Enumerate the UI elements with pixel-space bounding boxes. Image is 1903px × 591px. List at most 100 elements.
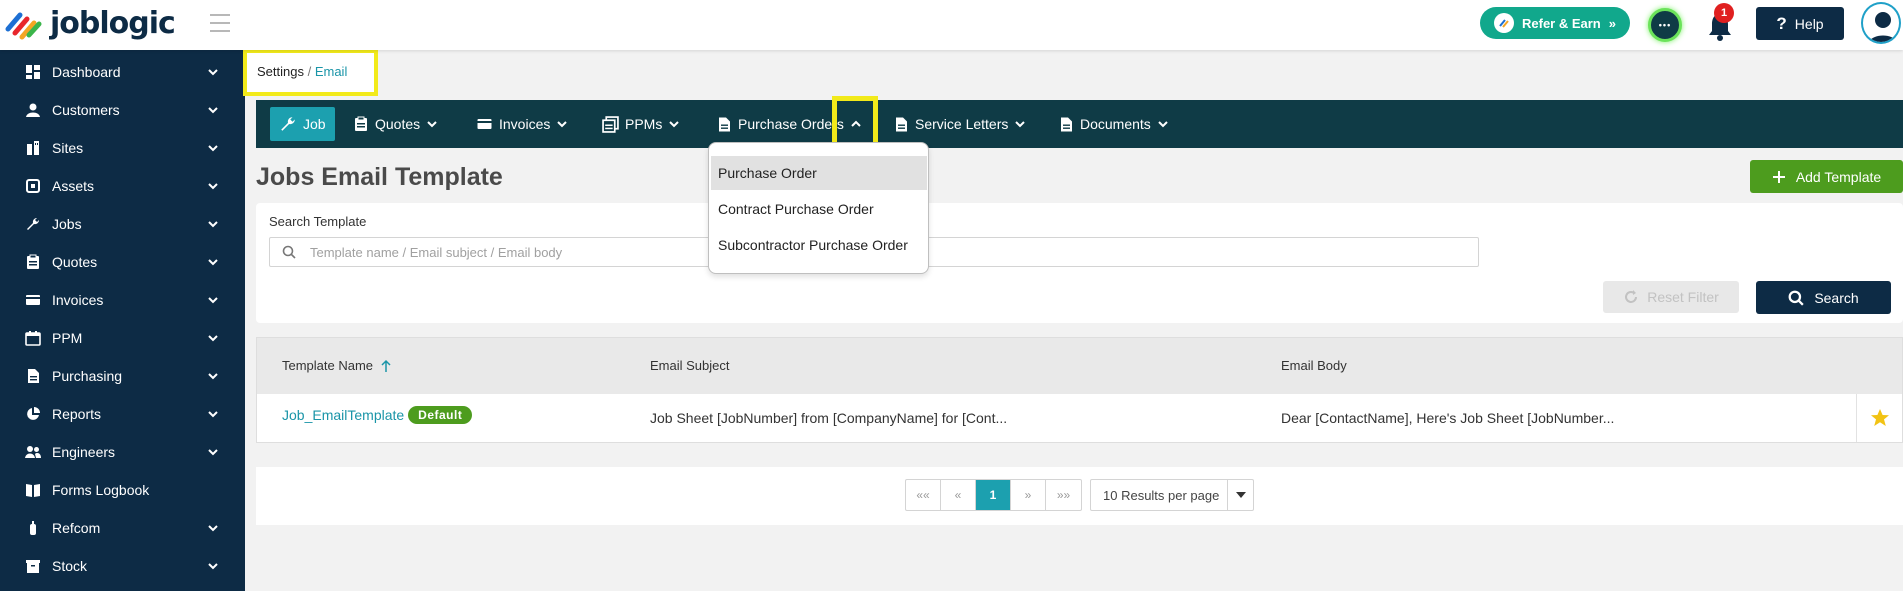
- user-avatar[interactable]: [1861, 2, 1901, 44]
- table-row[interactable]: Job_EmailTemplate Default Job Sheet [JobN…: [257, 394, 1902, 442]
- breadcrumb-separator: /: [303, 64, 315, 79]
- chevron-down-icon: [208, 411, 218, 418]
- chevron-down-icon: [1158, 121, 1168, 128]
- tab-documents[interactable]: Documents: [1058, 107, 1169, 141]
- chevron-down-icon: [208, 373, 218, 380]
- tab-invoices[interactable]: Invoices: [476, 107, 568, 141]
- previous-page-button[interactable]: «: [941, 480, 976, 510]
- page-title: Jobs Email Template: [256, 163, 503, 191]
- sidebar-item-customers[interactable]: Customers: [0, 91, 245, 129]
- sidebar-item-refcom[interactable]: Refcom: [0, 509, 245, 547]
- first-page-button[interactable]: ««: [906, 480, 941, 510]
- sidebar-item-ppm[interactable]: PPM: [0, 319, 245, 357]
- column-header-template-name[interactable]: Template Name: [282, 358, 391, 373]
- pie-chart-icon: [27, 407, 40, 420]
- sidebar-item-stock[interactable]: Stock: [0, 547, 245, 585]
- chevron-down-icon: [427, 121, 437, 128]
- dashboard-icon: [26, 65, 40, 79]
- asset-icon: [26, 179, 40, 193]
- document-icon: [1061, 117, 1072, 131]
- chevron-down-icon: [669, 121, 680, 128]
- sidebar-label: Engineers: [52, 444, 116, 460]
- chevron-down-icon: [208, 221, 218, 228]
- email-subject-cell: Job Sheet [JobNumber] from [CompanyName]…: [650, 410, 1008, 426]
- templates-table: Template Name Email Subject Email Body J…: [256, 337, 1903, 443]
- tab-ppms[interactable]: PPMs: [602, 107, 680, 141]
- sidebar-item-jobs[interactable]: Jobs: [0, 205, 245, 243]
- document-icon: [896, 117, 907, 131]
- sidebar-item-sites[interactable]: Sites: [0, 129, 245, 167]
- star-icon[interactable]: [1870, 408, 1890, 428]
- calendar-icon: [25, 331, 41, 346]
- chevron-down-icon: [208, 183, 218, 190]
- column-header-label: Template Name: [282, 358, 374, 373]
- breadcrumb-settings-link[interactable]: Settings: [257, 64, 304, 79]
- dropdown-item-purchase-order[interactable]: Purchase Order: [711, 156, 927, 190]
- sidebar-item-engineers[interactable]: Engineers: [0, 433, 245, 471]
- sidebar-item-invoices[interactable]: Invoices: [0, 281, 245, 319]
- refer-label: Refer & Earn: [1522, 15, 1601, 31]
- star-cell: [1856, 394, 1902, 442]
- people-icon: [25, 446, 41, 458]
- sidebar-item-dashboard[interactable]: Dashboard: [0, 53, 245, 91]
- results-per-page-select[interactable]: 10 Results per page: [1090, 479, 1254, 511]
- sidebar-label: Invoices: [52, 292, 104, 308]
- sidebar-item-forms-logbook[interactable]: Forms Logbook: [0, 471, 245, 509]
- tab-label: Job: [303, 116, 326, 132]
- tab-job[interactable]: Job: [270, 107, 335, 141]
- top-bar: joblogic Refer & Earn » ••• 1 ? Help: [0, 0, 1903, 50]
- next-page-button[interactable]: »: [1011, 480, 1046, 510]
- chevron-down-icon: [208, 259, 218, 266]
- reset-filter-button[interactable]: Reset Filter: [1603, 281, 1739, 313]
- column-header-email-subject: Email Subject: [650, 358, 729, 373]
- chevron-down-icon: [208, 525, 218, 532]
- email-template-tab-bar: Job Quotes Invoices PPMs Purchase Orders…: [256, 100, 1903, 148]
- menu-toggle-icon[interactable]: [210, 14, 230, 32]
- chat-dots-icon: •••: [1658, 20, 1672, 30]
- search-button[interactable]: Search: [1756, 281, 1891, 314]
- email-body-cell: Dear [ContactName], Here's Job Sheet [Jo…: [1281, 410, 1615, 426]
- tab-label: Documents: [1080, 116, 1151, 132]
- card-icon: [477, 119, 492, 129]
- chevron-down-icon: [208, 145, 218, 152]
- default-badge: Default: [408, 406, 473, 424]
- sidebar-item-purchasing[interactable]: Purchasing: [0, 357, 245, 395]
- person-icon: [26, 103, 40, 117]
- cylinder-icon: [30, 521, 36, 535]
- template-name-link[interactable]: Job_EmailTemplate: [282, 407, 404, 423]
- book-icon: [26, 484, 40, 497]
- chat-button[interactable]: •••: [1648, 8, 1682, 42]
- tab-service-letters[interactable]: Service Letters: [893, 107, 1026, 141]
- refer-logo-icon: [1494, 13, 1514, 33]
- refer-and-earn-button[interactable]: Refer & Earn »: [1480, 7, 1630, 39]
- sidebar-item-assets[interactable]: Assets: [0, 167, 245, 205]
- pagination: «« « 1 » »»: [905, 479, 1082, 511]
- dropdown-item-subcontractor-purchase-order[interactable]: Subcontractor Purchase Order: [711, 228, 927, 262]
- sidebar-item-reports[interactable]: Reports: [0, 395, 245, 433]
- chevron-down-icon: [208, 563, 218, 570]
- chevron-down-icon: [1015, 121, 1026, 128]
- sidebar-label: PPM: [52, 330, 83, 346]
- last-page-button[interactable]: »»: [1046, 480, 1081, 510]
- help-button[interactable]: ? Help: [1756, 7, 1844, 40]
- joblogic-logo[interactable]: joblogic: [4, 5, 176, 41]
- add-template-button[interactable]: Add Template: [1750, 160, 1903, 193]
- sidebar-item-quotes[interactable]: Quotes: [0, 243, 245, 281]
- dropdown-item-contract-purchase-order[interactable]: Contract Purchase Order: [711, 192, 927, 226]
- clipboard-icon: [27, 254, 39, 269]
- chevron-down-icon: [208, 449, 218, 456]
- notification-count-badge: 1: [1714, 3, 1734, 23]
- question-icon: ?: [1776, 13, 1787, 33]
- purchase-orders-dropdown: Purchase Order Contract Purchase Order S…: [708, 142, 929, 274]
- tab-label: Service Letters: [915, 116, 1009, 132]
- caret-down-icon: [1227, 480, 1253, 510]
- search-icon: [1788, 290, 1804, 306]
- chevron-down-icon: [208, 107, 218, 114]
- page-1-button[interactable]: 1: [976, 480, 1011, 510]
- plus-icon: [1772, 170, 1785, 183]
- breadcrumb-current: Email: [314, 64, 348, 79]
- sidebar-label: Sites: [52, 140, 84, 156]
- chevron-down-icon: [208, 69, 218, 76]
- tab-quotes[interactable]: Quotes: [353, 107, 438, 141]
- tab-label: Invoices: [499, 116, 551, 132]
